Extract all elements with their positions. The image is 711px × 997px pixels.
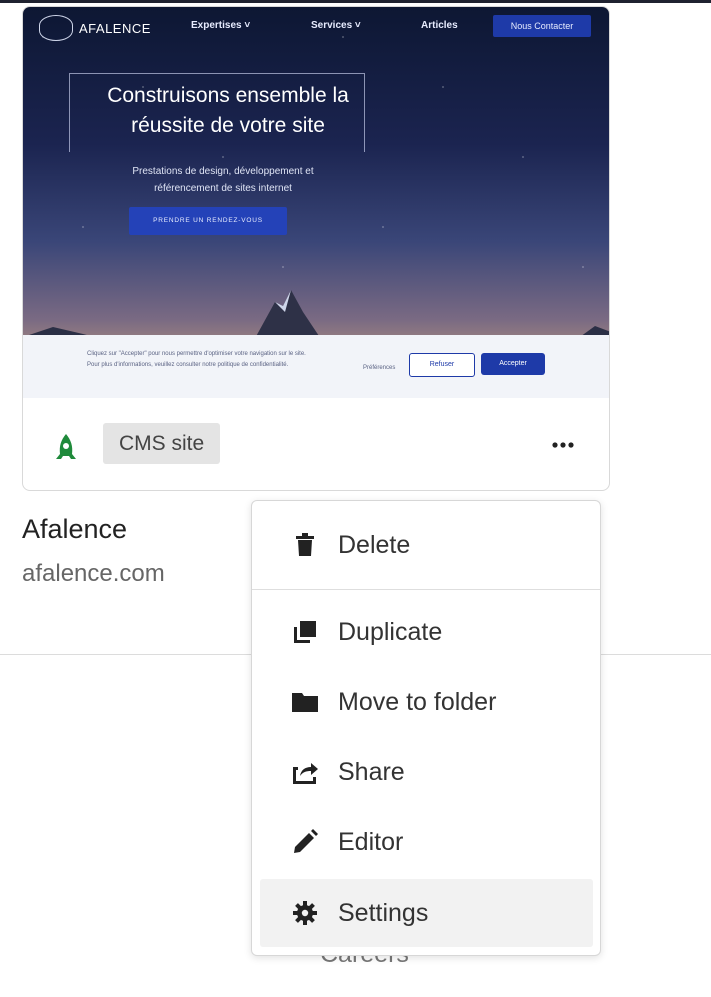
preview-mountains [23,290,609,342]
menu-item-share[interactable]: Share [260,738,593,806]
menu-item-editor[interactable]: Editor [260,808,593,876]
menu-item-move-to-folder[interactable]: Move to folder [260,668,593,736]
share-icon [290,757,320,787]
menu-item-delete[interactable]: Delete [260,511,593,579]
pencil-icon [290,827,320,857]
site-type-badge: CMS site [103,423,221,464]
preview-nav-expertises: Expertises ˅ [191,20,251,31]
preview-hero-subtitle: Prestations de design, développement et … [132,166,314,194]
menu-separator [252,589,600,590]
gear-icon [290,898,320,928]
site-name[interactable]: Afalence [22,514,127,545]
folder-icon [290,687,320,717]
preview-cookie-banner: Cliquez sur "Accepter" pour nous permett… [23,335,609,398]
menu-item-duplicate[interactable]: Duplicate [260,598,593,666]
preview-logo-mark [39,15,73,41]
preview-cookie-refuse: Refuser [409,353,475,377]
rocket-icon [56,434,76,459]
preview-cookie-accept: Accepter [481,353,545,375]
preview-hero-button: PRENDRE UN RENDEZ-VOUS [129,207,287,235]
menu-item-settings[interactable]: Settings [260,879,593,947]
site-domain[interactable]: afalence.com [22,560,165,588]
trash-icon [290,530,320,560]
site-card[interactable]: AFALENCE Expertises ˅ Services ˅ Article… [22,6,610,491]
preview-logo: AFALENCE [39,15,151,41]
site-preview-thumbnail[interactable]: AFALENCE Expertises ˅ Services ˅ Article… [23,7,609,398]
duplicate-icon [290,617,320,647]
preview-cookie-preferences: Préférences [363,365,396,371]
context-menu: Delete Duplicate Move to folder Share Ed… [251,500,601,956]
more-options-button[interactable] [545,430,581,460]
preview-nav-services: Services ˅ [311,20,361,31]
preview-hero-title: Construisons ensemble la réussite de vot… [107,84,349,137]
card-footer: CMS site [23,398,609,490]
preview-contact-button: Nous Contacter [493,15,591,37]
preview-nav: AFALENCE Expertises ˅ Services ˅ Article… [23,7,609,47]
preview-nav-articles: Articles [421,20,458,31]
top-bar [0,0,711,3]
